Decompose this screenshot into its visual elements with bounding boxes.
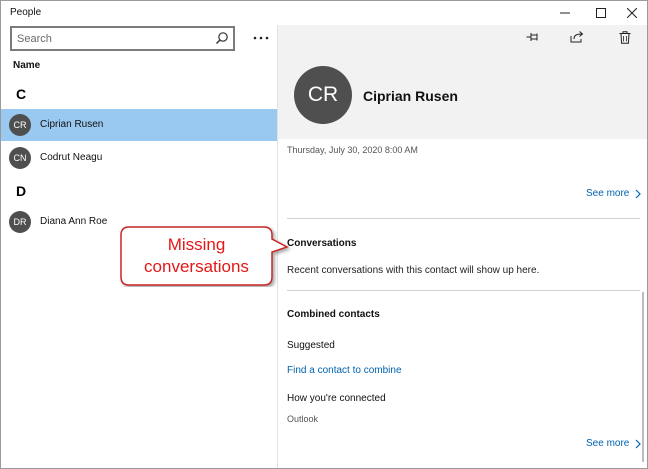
contact-item-ciprian-rusen[interactable]: CR Ciprian Rusen — [1, 109, 277, 141]
minimize-button[interactable] — [548, 1, 582, 25]
search-icon[interactable] — [215, 31, 229, 48]
callout-line-2: conversations — [144, 257, 249, 276]
search-input[interactable] — [17, 32, 207, 46]
see-more-link[interactable]: See more — [586, 438, 642, 449]
title-bar: People — [1, 1, 647, 25]
maximize-icon — [596, 8, 606, 18]
contact-item-codrut-neagu[interactable]: CN Codrut Neagu — [1, 142, 277, 174]
chevron-right-icon — [635, 439, 642, 448]
combined-contacts-heading: Combined contacts — [287, 309, 380, 320]
pin-icon — [526, 33, 538, 41]
people-app-window: People Name C CR Ciprian Rusen CN — [0, 0, 648, 469]
group-letter-d[interactable]: D — [16, 183, 26, 199]
callout-text: Missing conversations — [119, 234, 274, 278]
minimize-icon — [560, 12, 570, 14]
trash-icon — [619, 30, 631, 44]
how-connected-label: How you're connected — [287, 393, 386, 404]
contact-name: Codrut Neagu — [40, 152, 103, 163]
avatar: CN — [9, 147, 31, 169]
see-more-label: See more — [586, 438, 630, 449]
contact-timestamp: Thursday, July 30, 2020 8:00 AM — [287, 145, 418, 155]
pin-button[interactable] — [524, 29, 542, 45]
profile-name: Ciprian Rusen — [363, 88, 458, 104]
conversations-empty-text: Recent conversations with this contact w… — [287, 265, 540, 276]
avatar: DR — [9, 211, 31, 233]
see-more-link[interactable]: See more — [586, 188, 642, 199]
profile-header: CR Ciprian Rusen — [278, 25, 647, 139]
annotation-callout: Missing conversations — [119, 225, 299, 287]
find-contact-to-combine-link[interactable]: Find a contact to combine — [287, 365, 402, 376]
delete-button[interactable] — [616, 29, 634, 45]
share-button[interactable] — [568, 29, 586, 45]
more-options-button[interactable] — [251, 31, 271, 45]
contact-name: Diana Ann Roe — [40, 216, 108, 227]
close-button[interactable] — [615, 1, 647, 25]
maximize-button[interactable] — [584, 1, 618, 25]
section-divider — [287, 290, 640, 291]
avatar: CR — [9, 114, 31, 136]
suggested-label: Suggested — [287, 340, 335, 351]
app-title: People — [10, 7, 42, 18]
contact-name: Ciprian Rusen — [40, 119, 104, 130]
search-box[interactable] — [10, 26, 235, 51]
contact-details-pane: CR Ciprian Rusen Thursday, July 30, 2020… — [277, 25, 647, 468]
details-scrollbar[interactable] — [642, 292, 644, 462]
callout-line-1: Missing — [167, 235, 226, 254]
see-more-label: See more — [586, 188, 630, 199]
section-divider — [287, 218, 640, 219]
close-icon — [627, 8, 637, 18]
profile-avatar: CR — [294, 66, 352, 124]
connection-source: Outlook — [287, 414, 319, 424]
more-icon — [253, 36, 269, 40]
share-icon — [570, 31, 584, 43]
name-column-header[interactable]: Name — [13, 60, 40, 71]
group-letter-c[interactable]: C — [16, 86, 26, 102]
chevron-right-icon — [635, 189, 642, 198]
